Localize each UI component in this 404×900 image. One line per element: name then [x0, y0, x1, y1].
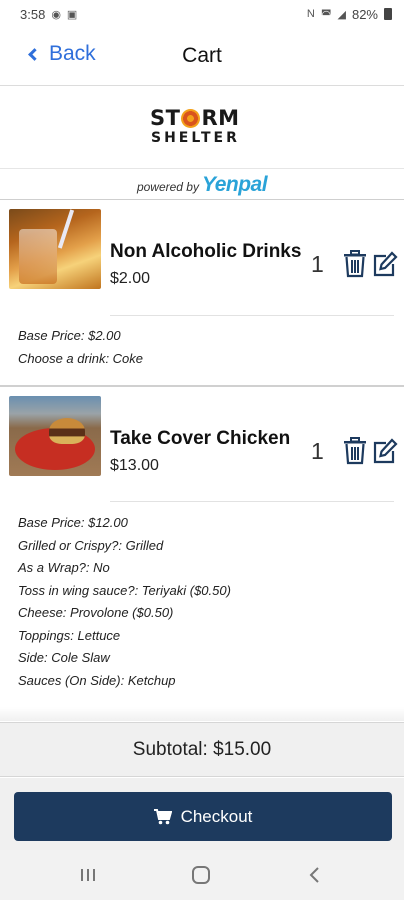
- storm-shelter-logo: ST RM SHELTER: [150, 107, 254, 151]
- option-line: Cheese: Provolone ($0.50): [18, 605, 174, 620]
- recents-button[interactable]: [75, 862, 101, 888]
- powered-by-bar: powered by Yenpal: [0, 170, 404, 200]
- option-line: Grilled or Crispy?: Grilled: [18, 537, 164, 553]
- back-button[interactable]: Back: [28, 42, 96, 66]
- battery-icon: [384, 8, 392, 20]
- logo-text-b: RM: [201, 106, 240, 130]
- item-quantity: 1: [311, 251, 324, 277]
- yenpal-logo: Yenpal: [201, 173, 268, 196]
- notification-icon: ◉: [51, 8, 61, 21]
- option-line: Side: Cole Slaw: [18, 650, 110, 665]
- checkout-button[interactable]: Checkout: [14, 792, 392, 841]
- item-options: Base Price: $12.00 Grilled or Crispy?: G…: [18, 512, 231, 692]
- brand-header: ST RM SHELTER: [0, 87, 404, 169]
- chevron-left-icon: [28, 48, 41, 61]
- system-back-button[interactable]: [302, 862, 328, 888]
- gallery-icon: ▣: [66, 8, 78, 21]
- signal-icon: ◢: [337, 8, 346, 21]
- item-options: Base Price: $2.00 Choose a drink: Coke: [18, 325, 143, 370]
- item-name: Non Alcoholic Drinks: [110, 241, 302, 262]
- option-line: Base Price: $2.00: [18, 328, 121, 343]
- status-time: 3:58: [20, 6, 46, 22]
- item-price: $13.00: [110, 457, 159, 474]
- trash-icon: [344, 437, 366, 465]
- nfc-icon: N: [306, 8, 315, 20]
- back-arrow-icon: [309, 867, 319, 883]
- item-quantity: 1: [311, 438, 324, 464]
- cart-item-header: Take Cover Chicken $13.00 1: [0, 388, 404, 502]
- status-bar: 3:58 ◉ ▣ N ◚ ◢ 82%: [0, 0, 404, 28]
- option-line: Toss in wing sauce?: Teriyaki ($0.50): [18, 582, 231, 598]
- system-nav-bar: [0, 850, 404, 900]
- status-left: 3:58 ◉ ▣: [20, 7, 77, 22]
- edit-item-button[interactable]: [372, 437, 398, 465]
- item-price: $2.00: [110, 270, 151, 287]
- delete-item-button[interactable]: [342, 250, 368, 278]
- option-line: Choose a drink: Coke: [18, 350, 144, 366]
- edit-icon: [373, 438, 398, 464]
- option-line: Sauces (On Side): Ketchup: [18, 672, 176, 688]
- item-name: Take Cover Chicken: [110, 428, 291, 449]
- checkout-label: Checkout: [180, 806, 253, 826]
- item-photo-burger: [9, 396, 101, 476]
- checkout-area: Checkout: [0, 778, 404, 850]
- trash-icon: [344, 250, 366, 278]
- nav-bar: Back Cart: [0, 28, 404, 86]
- cart-item: Non Alcoholic Drinks $2.00 1 Base Price:…: [0, 201, 404, 387]
- edit-item-button[interactable]: [372, 250, 398, 278]
- storm-swirl-icon: [181, 108, 201, 128]
- subtotal-bar: Subtotal: $15.00: [0, 707, 404, 777]
- edit-icon: [373, 251, 398, 277]
- wifi-icon: ◚: [320, 8, 332, 21]
- powered-by: powered by Yenpal: [136, 173, 268, 196]
- home-icon: [192, 866, 210, 884]
- logo-line2: SHELTER: [151, 130, 240, 146]
- battery-percent: 82%: [351, 6, 378, 22]
- cart-item-header: Non Alcoholic Drinks $2.00 1: [0, 201, 404, 316]
- item-divider: [110, 315, 394, 316]
- delete-item-button[interactable]: [342, 437, 368, 465]
- recents-icon: [81, 869, 95, 881]
- option-line: Base Price: $12.00: [18, 515, 128, 530]
- item-divider: [110, 501, 394, 502]
- home-button[interactable]: [188, 862, 214, 888]
- subtotal-text: Subtotal: $15.00: [132, 739, 272, 760]
- cart-icon: [153, 808, 172, 825]
- logo-text-a: ST: [150, 106, 181, 130]
- status-right: N ◚ ◢ 82%: [307, 7, 392, 22]
- cart-item: Take Cover Chicken $13.00 1 Base Price: …: [0, 388, 404, 706]
- item-photo-drinks: [9, 209, 101, 289]
- back-label: Back: [49, 42, 96, 65]
- option-line: Toppings: Lettuce: [18, 627, 121, 643]
- powered-by-text: powered by: [136, 180, 199, 194]
- logo-line1: ST RM: [150, 107, 254, 129]
- option-line: As a Wrap?: No: [18, 560, 110, 575]
